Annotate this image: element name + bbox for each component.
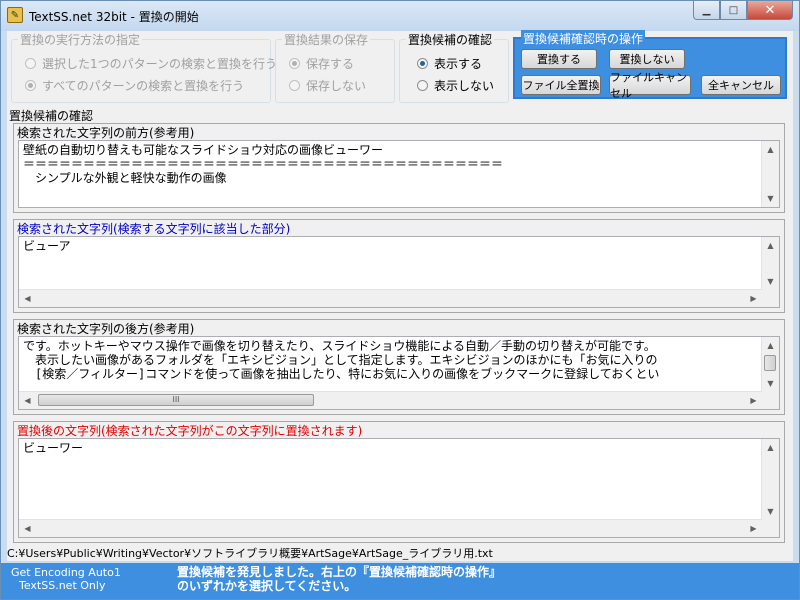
after-line: [検索／フィルター]コマンドを使って画像を抽出したり、特にお気に入りの画像をブッ… (23, 367, 660, 381)
match-textbox[interactable]: ビューア ▲ ▼ ◀ ▶ (18, 236, 780, 308)
scroll-corner (762, 392, 779, 409)
scroll-up-icon[interactable]: ▲ (762, 439, 779, 456)
status-message: 置換候補を発見しました。右上の『置換候補確認時の操作』のいずれかを選択してくださ… (177, 565, 496, 593)
scroll-corner (762, 290, 779, 307)
replaced-panel-label: 置換後の文字列(検索された文字列がこの文字列に置換されます) (17, 424, 363, 438)
title-bar[interactable]: ✎ TextSS.net 32bit - 置換の開始 ▁ □ ✕ (1, 1, 799, 31)
before-panel-label: 検索された文字列の前方(参考用) (17, 126, 195, 140)
replaced-textbox[interactable]: ビューワー ▲ ▼ ◀ ▶ (18, 438, 780, 538)
app-logo-icon: ✎ (7, 7, 23, 23)
after-vscroll[interactable]: ▲ ▼ (761, 337, 779, 392)
scroll-right-icon[interactable]: ▶ (745, 520, 762, 537)
before-text: 壁紙の自動切り替えも可能なスライドショウ対応の画像ビューワー ＝＝＝＝＝＝＝＝＝＝… (23, 143, 761, 185)
save-result-legend: 置換結果の保存 (284, 33, 369, 47)
match-line: ビューア (23, 239, 71, 253)
app-window: ✎ TextSS.net 32bit - 置換の開始 ▁ □ ✕ 置換の実行方法… (0, 0, 800, 600)
radio-save-yes[interactable] (289, 58, 300, 69)
after-line: 表示したい画像があるフォルダを「エキシビジョン」として指定します。エキシビジョン… (23, 353, 658, 367)
scroll-down-icon[interactable]: ▼ (762, 375, 779, 392)
replaced-panel: 置換後の文字列(検索された文字列がこの文字列に置換されます) ビューワー ▲ ▼… (13, 421, 785, 543)
radio-single[interactable] (25, 58, 36, 69)
after-hscroll-thumb[interactable]: III (38, 394, 314, 406)
match-vscroll[interactable]: ▲ ▼ (761, 237, 779, 290)
scroll-up-icon[interactable]: ▲ (762, 337, 779, 354)
scroll-down-icon[interactable]: ▼ (762, 190, 779, 207)
scroll-left-icon[interactable]: ◀ (19, 520, 36, 537)
before-line: シンプルな外観と軽快な動作の画像 (23, 171, 227, 185)
after-panel-label: 検索された文字列の後方(参考用) (17, 322, 195, 336)
status-app: TextSS.net Only (19, 579, 106, 592)
radio-all[interactable] (25, 80, 36, 91)
radio-save-no[interactable] (289, 80, 300, 91)
replaced-hscroll[interactable]: ◀ ▶ (19, 519, 762, 537)
before-vscroll[interactable]: ▲ ▼ (761, 141, 779, 207)
cancel-all-button[interactable]: 全キャンセル (701, 75, 781, 95)
scroll-right-icon[interactable]: ▶ (745, 290, 762, 307)
radio-hide[interactable] (417, 80, 428, 91)
exec-method-legend: 置換の実行方法の指定 (20, 33, 141, 47)
before-line: ＝＝＝＝＝＝＝＝＝＝＝＝＝＝＝＝＝＝＝＝＝＝＝＝＝＝＝＝＝＝＝＝＝＝＝＝＝＝＝＝ (23, 157, 504, 171)
no-replace-button[interactable]: 置換しない (609, 49, 685, 69)
maximize-icon: □ (728, 4, 739, 16)
exec-method-option-single-label: 選択した1つのパターンの検索と置換を行う (42, 57, 278, 71)
scroll-down-icon[interactable]: ▼ (762, 273, 779, 290)
status-info: Get Encoding Auto1 TextSS.net Only (11, 566, 121, 592)
after-textbox[interactable]: です。ホットキーやマウス操作で画像を切り替えたり、スライドショウ機能による自動／… (18, 336, 780, 410)
before-panel: 検索された文字列の前方(参考用) 壁紙の自動切り替えも可能なスライドショウ対応の… (13, 123, 785, 213)
confirm-option-hide-label: 表示しない (434, 79, 495, 93)
scroll-corner (762, 520, 779, 537)
status-bar: Get Encoding Auto1 TextSS.net Only 置換候補を… (1, 563, 799, 599)
close-icon: ✕ (764, 2, 776, 18)
scroll-up-icon[interactable]: ▲ (762, 141, 779, 158)
exec-method-option-single[interactable]: 選択した1つのパターンの検索と置換を行う (25, 55, 277, 72)
scroll-up-icon[interactable]: ▲ (762, 237, 779, 254)
after-line: です。ホットキーやマウス操作で画像を切り替えたり、スライドショウ機能による自動／… (23, 339, 656, 353)
cancel-file-button[interactable]: ファイルキャンセル (609, 71, 691, 100)
confirm-option-show-label: 表示する (434, 57, 483, 71)
maximize-button[interactable]: □ (720, 1, 747, 20)
exec-method-option-all-label: すべてのパターンの検索と置換を行う (42, 79, 245, 93)
before-line: 壁紙の自動切り替えも可能なスライドショウ対応の画像ビューワー (23, 143, 384, 157)
window-title: TextSS.net 32bit - 置換の開始 (29, 10, 199, 24)
confirm-option-hide[interactable]: 表示しない (417, 77, 494, 94)
after-vscroll-thumb[interactable] (764, 355, 776, 371)
replaced-line: ビューワー (23, 441, 84, 455)
status-encoding: Get Encoding Auto1 (11, 566, 121, 579)
operations-legend: 置換候補確認時の操作 (521, 30, 646, 47)
minimize-icon: ▁ (702, 4, 711, 16)
replaced-vscroll[interactable]: ▲ ▼ (761, 439, 779, 520)
caption-buttons: ▁ □ ✕ (693, 1, 793, 21)
file-path: C:¥Users¥Public¥Writing¥Vector¥ソフトライブラリ概… (7, 545, 793, 561)
save-option-yes[interactable]: 保存する (289, 55, 354, 72)
radio-show[interactable] (417, 58, 428, 69)
scroll-right-icon[interactable]: ▶ (745, 392, 762, 409)
after-panel: 検索された文字列の後方(参考用) です。ホットキーやマウス操作で画像を切り替えた… (13, 319, 785, 415)
match-text: ビューア (23, 239, 761, 253)
client-area: 置換の実行方法の指定 選択した1つのパターンの検索と置換を行う すべてのパターン… (7, 30, 793, 561)
match-hscroll[interactable]: ◀ ▶ (19, 289, 762, 307)
replace-all-file-button[interactable]: ファイル全置換 (521, 75, 601, 95)
exec-method-option-all[interactable]: すべてのパターンの検索と置換を行う (25, 77, 244, 94)
after-text: です。ホットキーやマウス操作で画像を切り替えたり、スライドショウ機能による自動／… (23, 339, 761, 381)
scroll-left-icon[interactable]: ◀ (19, 392, 36, 409)
after-hscroll[interactable]: ◀ III ▶ (19, 391, 762, 409)
candidate-operations-group: 置換候補確認時の操作 置換する 置換しない ファイル全置換 ファイルキャンセル … (513, 30, 787, 100)
confirm-section-label: 置換候補の確認 (9, 109, 94, 123)
scroll-down-icon[interactable]: ▼ (762, 503, 779, 520)
before-textbox[interactable]: 壁紙の自動切り替えも可能なスライドショウ対応の画像ビューワー ＝＝＝＝＝＝＝＝＝＝… (18, 140, 780, 208)
minimize-button[interactable]: ▁ (693, 1, 720, 20)
replace-button[interactable]: 置換する (521, 49, 597, 69)
match-panel-label: 検索された文字列(検索する文字列に該当した部分) (17, 222, 291, 236)
save-option-no[interactable]: 保存しない (289, 77, 366, 94)
scroll-left-icon[interactable]: ◀ (19, 290, 36, 307)
candidate-confirm-legend: 置換候補の確認 (408, 33, 493, 47)
save-option-yes-label: 保存する (306, 57, 355, 71)
confirm-option-show[interactable]: 表示する (417, 55, 482, 72)
close-button[interactable]: ✕ (747, 1, 793, 20)
save-option-no-label: 保存しない (306, 79, 367, 93)
replaced-text: ビューワー (23, 441, 761, 455)
match-panel: 検索された文字列(検索する文字列に該当した部分) ビューア ▲ ▼ ◀ ▶ (13, 219, 785, 313)
